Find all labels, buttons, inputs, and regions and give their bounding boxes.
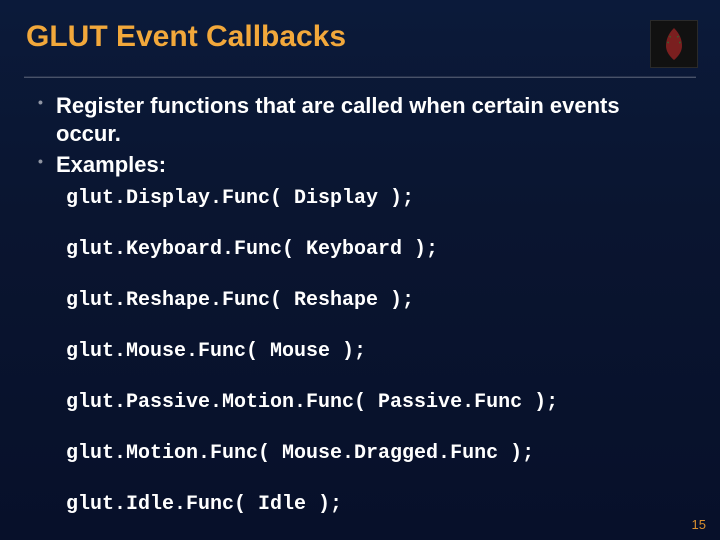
bullet-item: Register functions that are called when … — [56, 92, 690, 147]
slide-title: GLUT Event Callbacks — [26, 20, 346, 55]
code-line: glut.Mouse.Func( Mouse ); — [66, 340, 700, 363]
bullet-item: Examples: — [56, 151, 690, 179]
code-line: glut.Idle.Func( Idle ); — [66, 493, 700, 516]
slide-header: GLUT Event Callbacks — [20, 18, 700, 74]
stanford-logo — [650, 20, 698, 68]
code-line: glut.Display.Func( Display ); — [66, 187, 700, 210]
bullet-list: Register functions that are called when … — [32, 92, 690, 179]
code-line: glut.Motion.Func( Mouse.Dragged.Func ); — [66, 442, 700, 465]
code-line: glut.Passive.Motion.Func( Passive.Func )… — [66, 391, 700, 414]
stanford-tree-icon — [659, 26, 689, 62]
code-line: glut.Keyboard.Func( Keyboard ); — [66, 238, 700, 261]
code-line: glut.Reshape.Func( Reshape ); — [66, 289, 700, 312]
code-examples: glut.Display.Func( Display ); glut.Keybo… — [66, 187, 700, 516]
divider — [24, 76, 696, 78]
page-number: 15 — [692, 517, 706, 532]
slide: GLUT Event Callbacks Register functions … — [0, 0, 720, 540]
